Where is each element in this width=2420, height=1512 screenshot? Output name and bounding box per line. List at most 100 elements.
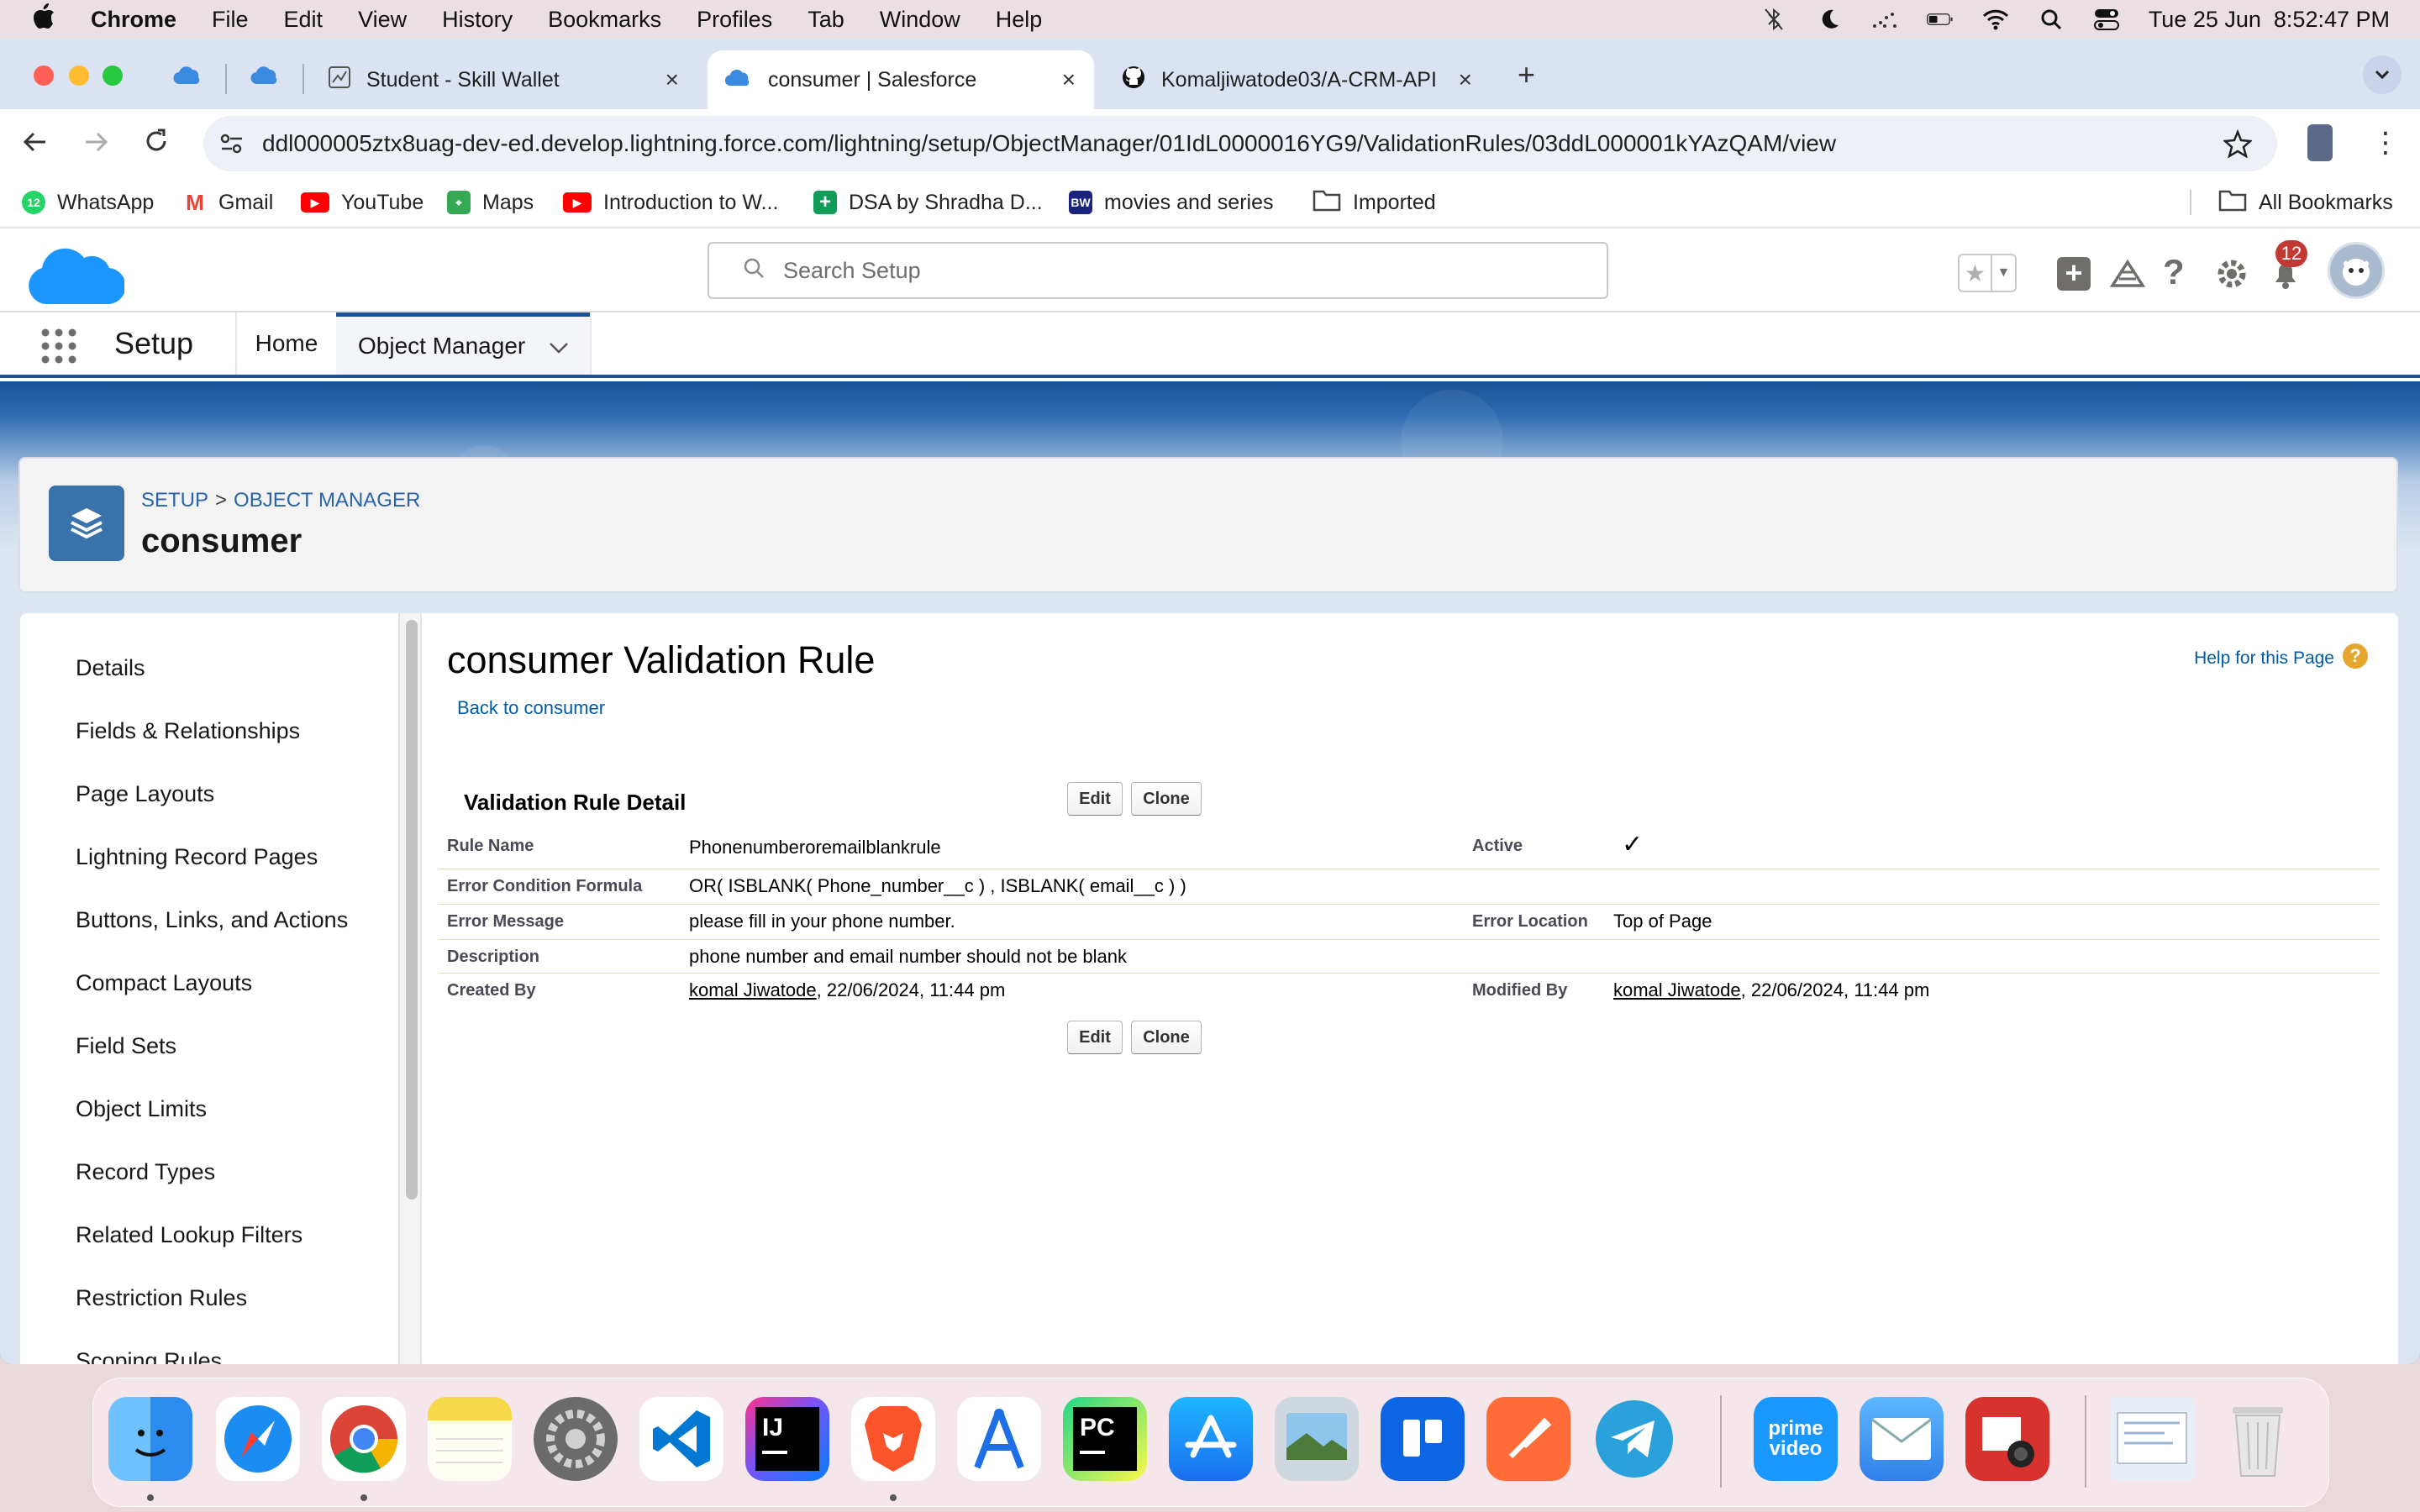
- vscode-icon[interactable]: [639, 1397, 723, 1481]
- apple-menu-icon[interactable]: [32, 3, 66, 36]
- bluetooth-off-icon[interactable]: [1760, 8, 1787, 31]
- menu-help[interactable]: Help: [996, 7, 1043, 33]
- app-launcher-icon[interactable]: [40, 328, 77, 369]
- tab-consumer-salesforce[interactable]: consumer | Salesforce ×: [708, 50, 1094, 109]
- bookmark-whatsapp[interactable]: 12 WhatsApp: [22, 188, 154, 217]
- modified-by-user-link[interactable]: komal Jiwatode: [1613, 979, 1741, 1000]
- new-tab-button[interactable]: +: [1518, 57, 1535, 92]
- trello-icon[interactable]: [1381, 1397, 1465, 1481]
- bookmark-imported[interactable]: Imported: [1313, 188, 1436, 217]
- pinned-tab-salesforce-icon[interactable]: [250, 64, 281, 90]
- reload-icon[interactable]: [143, 128, 170, 159]
- browser-menu-icon[interactable]: ⋮: [2371, 126, 2400, 160]
- app-store-icon[interactable]: [1169, 1397, 1253, 1481]
- preview-icon[interactable]: [1275, 1397, 1359, 1481]
- pinned-tab-salesforce-icon[interactable]: [173, 64, 203, 90]
- edit-button[interactable]: Edit: [1067, 782, 1123, 816]
- chevron-down-icon[interactable]: [549, 333, 569, 360]
- close-tab-icon[interactable]: ×: [666, 66, 679, 93]
- setup-gear-icon[interactable]: [2215, 257, 2249, 295]
- left-nav-details[interactable]: Details: [76, 655, 145, 681]
- left-nav-restriction-rules[interactable]: Restriction Rules: [76, 1285, 247, 1311]
- favorites-star-icon[interactable]: ★: [1960, 255, 1991, 291]
- zoom-window-button[interactable]: [103, 66, 123, 86]
- address-bar[interactable]: ddl000005ztx8uag-dev-ed.develop.lightnin…: [203, 116, 2277, 171]
- setup-search-input[interactable]: Search Setup: [708, 242, 1608, 299]
- chrome-icon[interactable]: [322, 1397, 406, 1481]
- left-nav-compact-layouts[interactable]: Compact Layouts: [76, 970, 252, 996]
- notes-icon[interactable]: [428, 1397, 512, 1481]
- menu-app-name[interactable]: Chrome: [91, 7, 176, 33]
- salesforce-logo[interactable]: [25, 240, 126, 312]
- bookmark-introduction[interactable]: ▶ Introduction to W...: [563, 188, 778, 217]
- safari-icon[interactable]: [216, 1397, 300, 1481]
- left-nav-scoping-rules[interactable]: Scoping Rules: [76, 1348, 222, 1364]
- left-nav-scrollbar-thumb[interactable]: [406, 620, 418, 1200]
- left-nav-page-layouts[interactable]: Page Layouts: [76, 781, 214, 807]
- help-question-icon[interactable]: ?: [2163, 252, 2185, 292]
- instruments-icon[interactable]: [957, 1397, 1041, 1481]
- trailhead-icon[interactable]: [2109, 257, 2146, 295]
- nav-tab-home[interactable]: Home: [237, 312, 336, 375]
- telegram-icon[interactable]: [1592, 1397, 1676, 1481]
- menu-history[interactable]: History: [442, 7, 513, 33]
- menu-clock[interactable]: Tue 25 Jun 8:52:47 PM: [2149, 7, 2390, 33]
- bookmark-maps[interactable]: ⌖ Maps: [447, 188, 534, 217]
- brave-icon[interactable]: [851, 1397, 935, 1481]
- global-actions-plus-icon[interactable]: +: [2057, 257, 2091, 291]
- extension-icon[interactable]: [2307, 124, 2333, 161]
- clone-button[interactable]: Clone: [1131, 1021, 1202, 1054]
- favorites-dropdown-icon[interactable]: ▼: [1990, 255, 2015, 291]
- close-window-button[interactable]: [34, 66, 54, 86]
- postman-icon[interactable]: [1486, 1397, 1570, 1481]
- downloads-stack-icon[interactable]: [2110, 1397, 2194, 1481]
- bookmark-movies[interactable]: BW movies and series: [1069, 188, 1273, 217]
- control-center-icon[interactable]: [2093, 8, 2120, 31]
- trash-icon[interactable]: [2216, 1397, 2300, 1481]
- all-bookmarks[interactable]: All Bookmarks: [2218, 188, 2393, 217]
- menu-tab[interactable]: Tab: [808, 7, 844, 33]
- left-nav-fields-relationships[interactable]: Fields & Relationships: [76, 718, 300, 744]
- battery-icon[interactable]: [1926, 8, 1954, 31]
- tab-github-repo[interactable]: Komaljiwatode03/A-CRM-API ×: [1104, 50, 1491, 109]
- focus-moon-icon[interactable]: [1816, 8, 1843, 31]
- left-nav-buttons-links-actions[interactable]: Buttons, Links, and Actions: [76, 907, 348, 933]
- left-nav-related-lookup-filters[interactable]: Related Lookup Filters: [76, 1222, 302, 1248]
- bookmark-star-icon[interactable]: [2222, 129, 2254, 164]
- back-arrow-icon[interactable]: [22, 129, 49, 159]
- mail-icon[interactable]: [1860, 1397, 1944, 1481]
- created-by-user-link[interactable]: komal Jiwatode: [689, 979, 817, 1000]
- close-tab-icon[interactable]: ×: [1459, 66, 1472, 93]
- menu-view[interactable]: View: [358, 7, 407, 33]
- nav-tab-object-manager[interactable]: Object Manager: [336, 312, 590, 375]
- spotlight-search-icon[interactable]: [2038, 8, 2065, 31]
- tab-student-skill-wallet[interactable]: Student - Skill Wallet ×: [311, 50, 697, 109]
- activity-dots-icon[interactable]: [1871, 8, 1898, 31]
- system-settings-icon[interactable]: [534, 1397, 618, 1481]
- left-nav-field-sets[interactable]: Field Sets: [76, 1033, 176, 1059]
- minimize-window-button[interactable]: [69, 66, 89, 86]
- left-nav-lightning-record-pages[interactable]: Lightning Record Pages: [76, 844, 318, 870]
- intellij-icon[interactable]: IJ: [745, 1397, 829, 1481]
- site-settings-icon[interactable]: [218, 131, 245, 162]
- menu-bookmarks[interactable]: Bookmarks: [548, 7, 661, 33]
- forward-arrow-icon[interactable]: [82, 129, 109, 159]
- bookmark-dsa[interactable]: + DSA by Shradha D...: [813, 188, 1043, 217]
- finder-icon[interactable]: [108, 1397, 192, 1481]
- left-nav-record-types[interactable]: Record Types: [76, 1159, 215, 1185]
- menu-edit[interactable]: Edit: [284, 7, 324, 33]
- breadcrumb-setup-link[interactable]: SETUP: [141, 489, 208, 512]
- edit-button[interactable]: Edit: [1067, 1021, 1123, 1054]
- help-for-page-link[interactable]: Help for this Page: [2194, 648, 2334, 669]
- wifi-icon[interactable]: [1982, 8, 2009, 31]
- favorites-button[interactable]: ★ ▼: [1958, 254, 2017, 292]
- close-tab-icon[interactable]: ×: [1062, 66, 1076, 93]
- url-text[interactable]: ddl000005ztx8uag-dev-ed.develop.lightnin…: [262, 130, 1836, 157]
- clone-button[interactable]: Clone: [1131, 782, 1202, 816]
- pycharm-icon[interactable]: PC: [1063, 1397, 1147, 1481]
- left-nav-object-limits[interactable]: Object Limits: [76, 1096, 207, 1122]
- menu-window[interactable]: Window: [880, 7, 960, 33]
- photo-booth-icon[interactable]: [1965, 1397, 2049, 1481]
- menu-file[interactable]: File: [212, 7, 249, 33]
- tab-search-button[interactable]: [2363, 55, 2402, 94]
